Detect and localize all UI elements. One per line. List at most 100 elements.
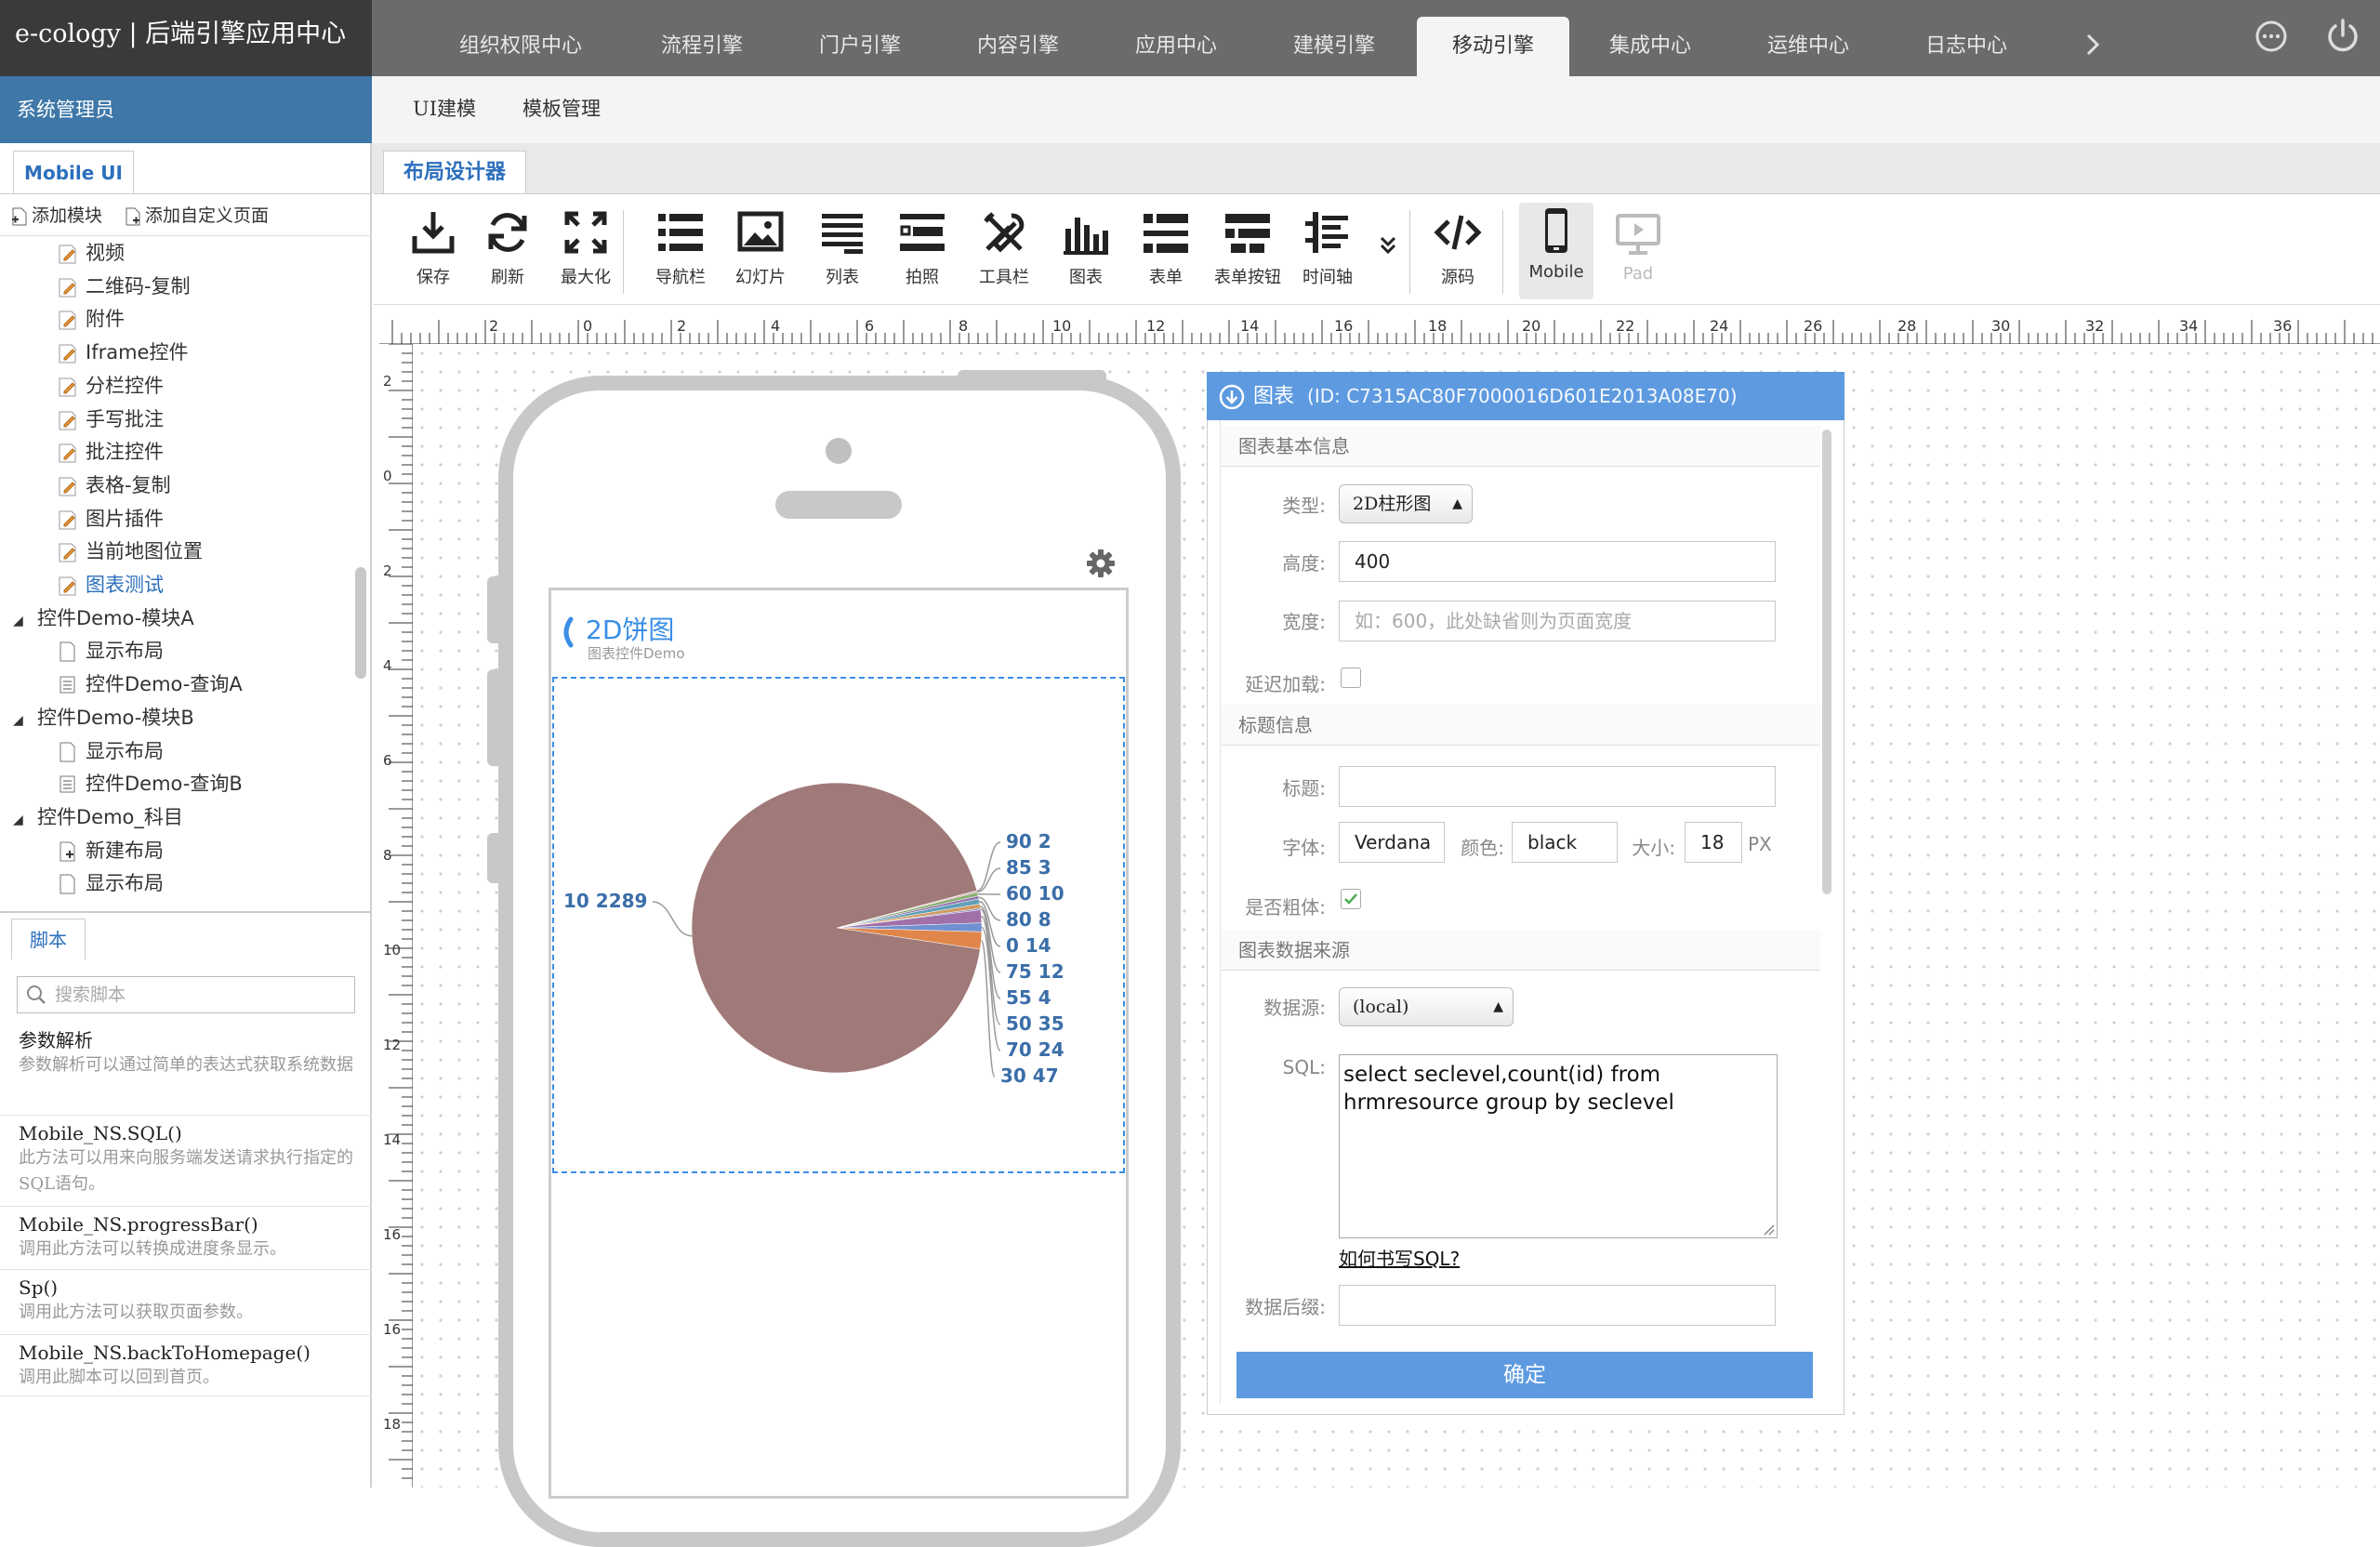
tree-folder[interactable]: ◢ 控件Demo_科目 bbox=[13, 802, 183, 832]
sub-nav: UI建模 模板管理 bbox=[372, 76, 2380, 143]
ruler-label: 0 bbox=[583, 317, 592, 335]
top-nav-integration[interactable]: 集成中心 bbox=[1571, 17, 1729, 76]
maximize-tool-button[interactable]: 最大化 bbox=[549, 205, 623, 288]
script-search-input[interactable]: 搜索脚本 bbox=[17, 976, 355, 1013]
top-nav-log[interactable]: 日志中心 bbox=[1887, 17, 2045, 76]
dialog-scrollbar[interactable] bbox=[1822, 430, 1831, 894]
font-input[interactable]: Verdana bbox=[1339, 822, 1445, 863]
tab-mobile-ui[interactable]: Mobile UI bbox=[13, 151, 134, 193]
component-icon bbox=[58, 275, 86, 298]
height-input[interactable]: 400 bbox=[1339, 541, 1776, 582]
chart-icon bbox=[1049, 205, 1123, 260]
back-arrow-icon[interactable] bbox=[558, 614, 576, 651]
refresh-tool-button[interactable]: 刷新 bbox=[470, 205, 545, 288]
dialog-id: (ID: C7315AC80F7000016D601E2013A08E70) bbox=[1307, 385, 1738, 407]
chart-type-select[interactable]: 2D柱形图▲ bbox=[1339, 484, 1473, 523]
top-nav-mobile[interactable]: 移动引擎 bbox=[1417, 17, 1569, 76]
pie-data-label: 55 4 bbox=[1006, 986, 1051, 1009]
tree-item[interactable]: 视频 bbox=[58, 238, 125, 268]
script-item[interactable]: Mobile_NS.backToHomepage()调用此脚本可以回到首页。 bbox=[0, 1335, 372, 1396]
expand-caret-icon[interactable]: ◢ bbox=[13, 706, 28, 735]
sql-textarea[interactable]: select seclevel,count(id) from hrmresour… bbox=[1339, 1054, 1778, 1238]
tree-item[interactable]: Iframe控件 bbox=[58, 337, 188, 367]
tree-item[interactable]: 显示布局 bbox=[58, 636, 164, 666]
lazy-load-checkbox[interactable] bbox=[1341, 668, 1361, 688]
add-custom-page-button[interactable]: 添加自定义页面 bbox=[125, 194, 269, 237]
tree-item[interactable]: 当前地图位置 bbox=[58, 536, 203, 566]
photo-tool-button[interactable]: 拍照 bbox=[885, 205, 959, 288]
script-item[interactable]: 参数解析参数解析可以通过简单的表达式获取系统数据 bbox=[0, 1023, 372, 1116]
top-nav-portal[interactable]: 门户引擎 bbox=[781, 17, 939, 76]
tree-item[interactable]: 二维码-复制 bbox=[58, 271, 191, 301]
tab-layout-designer[interactable]: 布局设计器 bbox=[383, 151, 526, 193]
bold-checkbox[interactable] bbox=[1341, 889, 1361, 909]
power-icon[interactable] bbox=[2324, 17, 2361, 54]
suffix-input[interactable] bbox=[1339, 1285, 1776, 1326]
tree-folder[interactable]: ◢控件Demo-模块B bbox=[13, 703, 194, 733]
expand-more-icon[interactable] bbox=[1374, 231, 1402, 258]
tree-item[interactable]: 手写批注 bbox=[58, 404, 164, 434]
chevron-right-icon[interactable] bbox=[2079, 20, 2107, 67]
page-icon bbox=[58, 640, 86, 662]
save-tool-button[interactable]: 保存 bbox=[396, 205, 470, 288]
color-input[interactable]: black bbox=[1512, 822, 1618, 863]
top-nav-modeling[interactable]: 建模引擎 bbox=[1255, 17, 1413, 76]
width-input[interactable]: 如：600，此处缺省则为页面宽度 bbox=[1339, 601, 1776, 641]
mobile-tool-button[interactable]: Mobile bbox=[1519, 203, 1593, 299]
form-tool-button[interactable]: 表单 bbox=[1129, 205, 1203, 288]
tree-folder[interactable]: ◢控件Demo-模块A bbox=[13, 603, 194, 633]
slideshow-tool-button[interactable]: 幻灯片 bbox=[723, 205, 798, 288]
confirm-button[interactable]: 确定 bbox=[1236, 1352, 1813, 1398]
top-nav-content[interactable]: 内容引擎 bbox=[939, 17, 1097, 76]
ruler-label: 22 bbox=[1616, 317, 1634, 335]
form-button-tool-button[interactable]: 表单按钮 bbox=[1210, 205, 1285, 288]
tree-item[interactable]: 显示布局 bbox=[58, 868, 164, 898]
tree-item[interactable]: 显示布局 bbox=[58, 736, 164, 766]
tree-item[interactable]: 附件 bbox=[58, 304, 125, 334]
tree-item[interactable]: 分栏控件 bbox=[58, 371, 164, 401]
script-item[interactable]: Sp()调用此方法可以获取页面参数。 bbox=[0, 1270, 372, 1335]
height-label: 高度: bbox=[1246, 549, 1326, 575]
px-unit: PX bbox=[1748, 833, 1776, 855]
list-icon bbox=[805, 205, 879, 260]
tree-item[interactable]: 控件Demo-查询B bbox=[58, 769, 243, 799]
list-tool-button[interactable]: 列表 bbox=[805, 205, 879, 288]
ruler-label: 24 bbox=[1710, 317, 1728, 335]
collapse-icon[interactable] bbox=[1218, 383, 1246, 411]
sub-nav-template[interactable]: 模板管理 bbox=[522, 76, 601, 143]
tree-item-label: 控件Demo_科目 bbox=[37, 806, 183, 828]
top-nav-workflow[interactable]: 流程引擎 bbox=[623, 17, 781, 76]
tree-item[interactable]: 表格-复制 bbox=[58, 470, 171, 500]
tree-item[interactable]: 批注控件 bbox=[58, 437, 164, 467]
timeline-tool-button[interactable]: 时间轴 bbox=[1290, 205, 1365, 288]
tree-item[interactable]: 控件Demo-查询A bbox=[58, 669, 243, 699]
script-item[interactable]: Mobile_NS.progressBar()调用此方法可以转换成进度条显示。 bbox=[0, 1207, 372, 1270]
tools-tool-button[interactable]: 工具栏 bbox=[967, 205, 1041, 288]
top-nav-app-center[interactable]: 应用中心 bbox=[1097, 17, 1255, 76]
chart-tool-button[interactable]: 图表 bbox=[1049, 205, 1123, 288]
more-icon[interactable] bbox=[2254, 19, 2289, 54]
sql-help-link[interactable]: 如何书写SQL? bbox=[1339, 1244, 1460, 1271]
top-nav-org[interactable]: 组织权限中心 bbox=[428, 17, 614, 76]
tree-item[interactable]: 图表测试 bbox=[58, 570, 164, 600]
ruler-label: 2 bbox=[383, 373, 392, 390]
navbar-tool-button[interactable]: 导航栏 bbox=[643, 205, 718, 288]
title-input[interactable] bbox=[1339, 766, 1776, 807]
pad-tool-button[interactable]: Pad bbox=[1601, 205, 1675, 284]
datasource-select[interactable]: (local)▲ bbox=[1339, 987, 1514, 1026]
tree-item[interactable]: 图片插件 bbox=[58, 504, 164, 534]
sub-nav-ui-modeling[interactable]: UI建模 bbox=[413, 76, 476, 143]
script-item[interactable]: Mobile_NS.SQL()此方法可以用来向服务端发送请求执行指定的SQL语句… bbox=[0, 1116, 372, 1207]
add-module-button[interactable]: 添加模块 bbox=[11, 194, 102, 237]
gear-icon[interactable] bbox=[1084, 547, 1117, 580]
size-input[interactable]: 18 bbox=[1685, 822, 1742, 863]
pie-data-label: 60 10 bbox=[1006, 882, 1064, 905]
tree-item[interactable]: 新建布局 bbox=[58, 836, 164, 866]
top-nav-ops[interactable]: 运维中心 bbox=[1729, 17, 1887, 76]
tab-script[interactable]: 脚本 bbox=[11, 919, 86, 959]
tree-scrollbar[interactable] bbox=[355, 567, 366, 679]
source-code-tool-button[interactable]: 源码 bbox=[1421, 205, 1495, 288]
tool-label: 表单按钮 bbox=[1210, 264, 1285, 288]
expand-caret-icon[interactable]: ◢ bbox=[13, 606, 28, 636]
expand-caret-icon[interactable]: ◢ bbox=[13, 805, 28, 835]
